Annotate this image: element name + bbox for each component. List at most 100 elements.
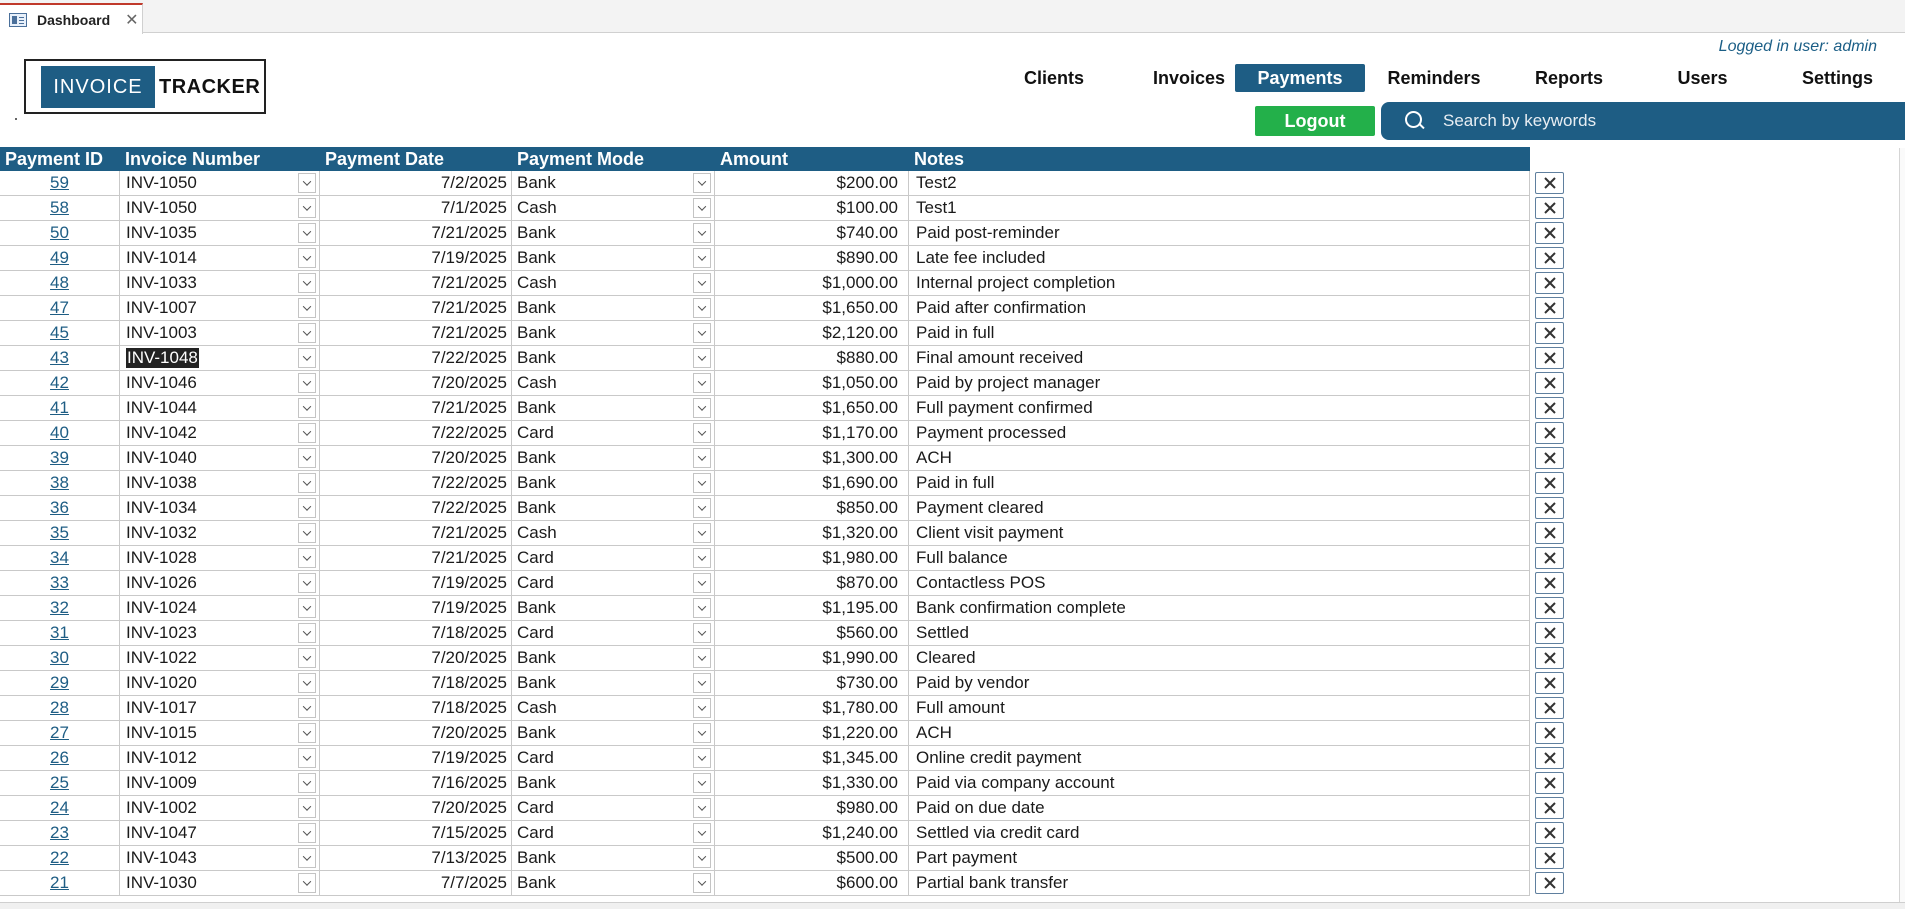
table-row[interactable]: 40 INV-1042 7/22/2025 Card $1,170.00 Payment …: [0, 421, 1564, 446]
payment-id-link[interactable]: 31: [50, 623, 69, 643]
payment-date-cell[interactable]: 7/22/2025: [320, 496, 512, 520]
payment-id-link[interactable]: 58: [50, 198, 69, 218]
search-icon[interactable]: [1405, 111, 1425, 131]
payment-mode-combo[interactable]: Bank: [512, 396, 715, 420]
chevron-down-icon[interactable]: [298, 623, 316, 643]
invoice-number-combo[interactable]: INV-1009: [120, 771, 320, 795]
payment-id-link[interactable]: 59: [50, 173, 69, 193]
invoice-number-combo[interactable]: INV-1012: [120, 746, 320, 770]
chevron-down-icon[interactable]: [298, 598, 316, 618]
amount-cell[interactable]: $1,195.00: [715, 596, 909, 620]
table-row[interactable]: 38 INV-1038 7/22/2025 Bank $1,690.00 Paid in …: [0, 471, 1564, 496]
chevron-down-icon[interactable]: [693, 173, 711, 193]
invoice-number-combo[interactable]: INV-1023: [120, 621, 320, 645]
chevron-down-icon[interactable]: [298, 548, 316, 568]
invoice-number-combo[interactable]: INV-1007: [120, 296, 320, 320]
chevron-down-icon[interactable]: [693, 648, 711, 668]
invoice-number-combo[interactable]: INV-1022: [120, 646, 320, 670]
chevron-down-icon[interactable]: [693, 348, 711, 368]
payment-date-cell[interactable]: 7/19/2025: [320, 246, 512, 270]
payment-id-cell[interactable]: 35: [0, 521, 120, 545]
notes-cell[interactable]: Full amount: [909, 696, 1530, 720]
payment-mode-combo[interactable]: Bank: [512, 596, 715, 620]
chevron-down-icon[interactable]: [298, 173, 316, 193]
table-row[interactable]: 25 INV-1009 7/16/2025 Bank $1,330.00 Paid via…: [0, 771, 1564, 796]
table-row[interactable]: 23 INV-1047 7/15/2025 Card $1,240.00 Settled …: [0, 821, 1564, 846]
payment-date-cell[interactable]: 7/21/2025: [320, 271, 512, 295]
payment-mode-combo[interactable]: Card: [512, 796, 715, 820]
payment-mode-combo[interactable]: Cash: [512, 521, 715, 545]
payment-id-link[interactable]: 43: [50, 348, 69, 368]
amount-cell[interactable]: $500.00: [715, 846, 909, 870]
delete-row-button[interactable]: [1535, 797, 1564, 819]
delete-row-button[interactable]: [1535, 272, 1564, 294]
payment-id-cell[interactable]: 27: [0, 721, 120, 745]
amount-cell[interactable]: $1,300.00: [715, 446, 909, 470]
chevron-down-icon[interactable]: [693, 798, 711, 818]
payment-date-cell[interactable]: 7/20/2025: [320, 446, 512, 470]
chevron-down-icon[interactable]: [298, 398, 316, 418]
chevron-down-icon[interactable]: [693, 548, 711, 568]
invoice-number-combo[interactable]: INV-1042: [120, 421, 320, 445]
delete-row-button[interactable]: [1535, 172, 1564, 194]
payment-id-link[interactable]: 40: [50, 423, 69, 443]
payment-id-cell[interactable]: 28: [0, 696, 120, 720]
chevron-down-icon[interactable]: [298, 248, 316, 268]
payment-mode-combo[interactable]: Cash: [512, 271, 715, 295]
chevron-down-icon[interactable]: [693, 423, 711, 443]
table-row[interactable]: 31 INV-1023 7/18/2025 Card $560.00 Settled: [0, 621, 1564, 646]
payment-date-cell[interactable]: 7/2/2025: [320, 171, 512, 195]
payment-mode-combo[interactable]: Cash: [512, 696, 715, 720]
chevron-down-icon[interactable]: [298, 223, 316, 243]
invoice-number-combo[interactable]: INV-1020: [120, 671, 320, 695]
chevron-down-icon[interactable]: [298, 873, 316, 893]
amount-cell[interactable]: $740.00: [715, 221, 909, 245]
delete-row-button[interactable]: [1535, 747, 1564, 769]
payment-mode-combo[interactable]: Bank: [512, 321, 715, 345]
payment-id-cell[interactable]: 48: [0, 271, 120, 295]
table-row[interactable]: 58 INV-1050 7/1/2025 Cash $100.00 Test1: [0, 196, 1564, 221]
payment-id-cell[interactable]: 22: [0, 846, 120, 870]
amount-cell[interactable]: $1,240.00: [715, 821, 909, 845]
table-row[interactable]: 36 INV-1034 7/22/2025 Bank $850.00 Payment cl…: [0, 496, 1564, 521]
amount-cell[interactable]: $880.00: [715, 346, 909, 370]
payment-id-cell[interactable]: 23: [0, 821, 120, 845]
payment-date-cell[interactable]: 7/20/2025: [320, 371, 512, 395]
invoice-number-combo[interactable]: INV-1024: [120, 596, 320, 620]
table-row[interactable]: 34 INV-1028 7/21/2025 Card $1,980.00 Full bal…: [0, 546, 1564, 571]
chevron-down-icon[interactable]: [693, 698, 711, 718]
chevron-down-icon[interactable]: [693, 248, 711, 268]
notes-cell[interactable]: Paid in full: [909, 321, 1530, 345]
delete-row-button[interactable]: [1535, 872, 1564, 894]
payment-id-cell[interactable]: 34: [0, 546, 120, 570]
table-row[interactable]: 30 INV-1022 7/20/2025 Bank $1,990.00 Cleared: [0, 646, 1564, 671]
payment-date-cell[interactable]: 7/22/2025: [320, 471, 512, 495]
amount-cell[interactable]: $980.00: [715, 796, 909, 820]
chevron-down-icon[interactable]: [298, 373, 316, 393]
payment-date-cell[interactable]: 7/7/2025: [320, 871, 512, 895]
chevron-down-icon[interactable]: [298, 798, 316, 818]
payment-date-cell[interactable]: 7/21/2025: [320, 321, 512, 345]
chevron-down-icon[interactable]: [298, 823, 316, 843]
notes-cell[interactable]: Test1: [909, 196, 1530, 220]
chevron-down-icon[interactable]: [298, 298, 316, 318]
amount-cell[interactable]: $2,120.00: [715, 321, 909, 345]
table-row[interactable]: 26 INV-1012 7/19/2025 Card $1,345.00 Online c…: [0, 746, 1564, 771]
chevron-down-icon[interactable]: [693, 673, 711, 693]
payment-mode-combo[interactable]: Card: [512, 546, 715, 570]
chevron-down-icon[interactable]: [693, 398, 711, 418]
notes-cell[interactable]: Paid by project manager: [909, 371, 1530, 395]
table-row[interactable]: 39 INV-1040 7/20/2025 Bank $1,300.00 ACH: [0, 446, 1564, 471]
payment-mode-combo[interactable]: Card: [512, 821, 715, 845]
chevron-down-icon[interactable]: [693, 373, 711, 393]
notes-cell[interactable]: Paid on due date: [909, 796, 1530, 820]
chevron-down-icon[interactable]: [693, 273, 711, 293]
payment-id-cell[interactable]: 40: [0, 421, 120, 445]
vertical-scrollbar[interactable]: [1899, 148, 1905, 902]
column-header-payment-mode[interactable]: Payment Mode: [512, 147, 715, 171]
payment-date-cell[interactable]: 7/22/2025: [320, 346, 512, 370]
payment-id-link[interactable]: 23: [50, 823, 69, 843]
payment-date-cell[interactable]: 7/21/2025: [320, 221, 512, 245]
payment-id-cell[interactable]: 31: [0, 621, 120, 645]
table-row[interactable]: 27 INV-1015 7/20/2025 Bank $1,220.00 ACH: [0, 721, 1564, 746]
